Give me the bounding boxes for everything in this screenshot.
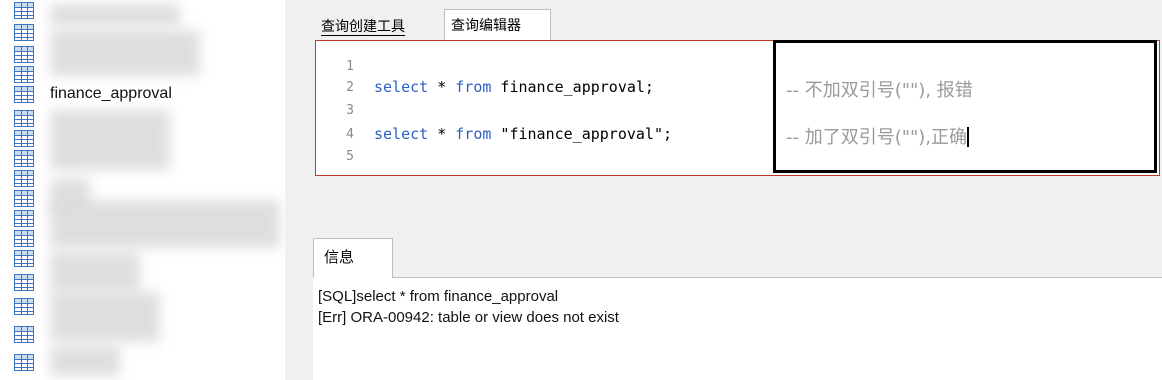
redacted-name <box>50 4 180 26</box>
table-icon <box>14 190 34 207</box>
sql-comment: -- 不加双引号(""), 报错 <box>786 80 973 101</box>
redacted-name <box>50 292 160 342</box>
table-icon <box>14 46 34 63</box>
code-line: 2 select * from finance_approval; <box>346 78 654 96</box>
tab-query-editor[interactable]: 查询编辑器 <box>444 9 551 41</box>
table-icon <box>14 86 34 103</box>
table-icon <box>14 2 34 19</box>
message-line: [SQL]select * from finance_approval <box>318 288 559 305</box>
table-icon <box>14 210 34 227</box>
quoted-table-identifier: "finance_approval"; <box>491 125 673 143</box>
table-icon <box>14 24 34 41</box>
table-icon <box>14 230 34 247</box>
table-icon <box>14 110 34 127</box>
sql-comment: -- 加了双引号(""),正确 <box>786 127 970 148</box>
table-icon <box>14 250 34 267</box>
table-icon <box>14 150 34 167</box>
redacted-name <box>50 346 120 376</box>
tab-info[interactable]: 信息 <box>313 238 393 278</box>
table-icon <box>14 170 34 187</box>
table-icon <box>14 66 34 83</box>
redacted-name <box>50 252 140 292</box>
code-line: 4 select * from "finance_approval"; <box>346 125 673 143</box>
sql-keyword: select <box>374 78 429 96</box>
code-line: 3 <box>346 103 354 118</box>
redacted-name <box>50 200 280 248</box>
error-line: [Err] ORA-00942: table or view does not … <box>318 309 619 326</box>
tree-item-label: finance_approval <box>50 85 172 102</box>
table-icon <box>14 354 34 371</box>
table-icon <box>14 274 34 291</box>
table-icon <box>14 130 34 147</box>
table-identifier: finance_approval; <box>491 78 654 96</box>
table-tree-panel: finance_approval <box>0 0 285 380</box>
text-caret <box>967 127 970 147</box>
sql-keyword: select <box>374 125 429 143</box>
code-line: 5 <box>346 149 354 164</box>
code-line: 1 <box>346 59 354 74</box>
comment-highlight-box: -- 不加双引号(""), 报错 -- 加了双引号(""),正确 <box>773 40 1157 173</box>
table-icon <box>14 298 34 315</box>
sql-keyword: from <box>455 125 492 143</box>
redacted-name <box>50 30 200 76</box>
message-panel: [SQL]select * from finance_approval [Err… <box>313 278 1162 380</box>
table-icon <box>14 326 34 343</box>
editor-spacer <box>315 178 1162 238</box>
sql-keyword: from <box>455 78 492 96</box>
tab-query-builder[interactable]: 查询创建工具 <box>315 13 440 41</box>
redacted-name <box>50 110 170 170</box>
